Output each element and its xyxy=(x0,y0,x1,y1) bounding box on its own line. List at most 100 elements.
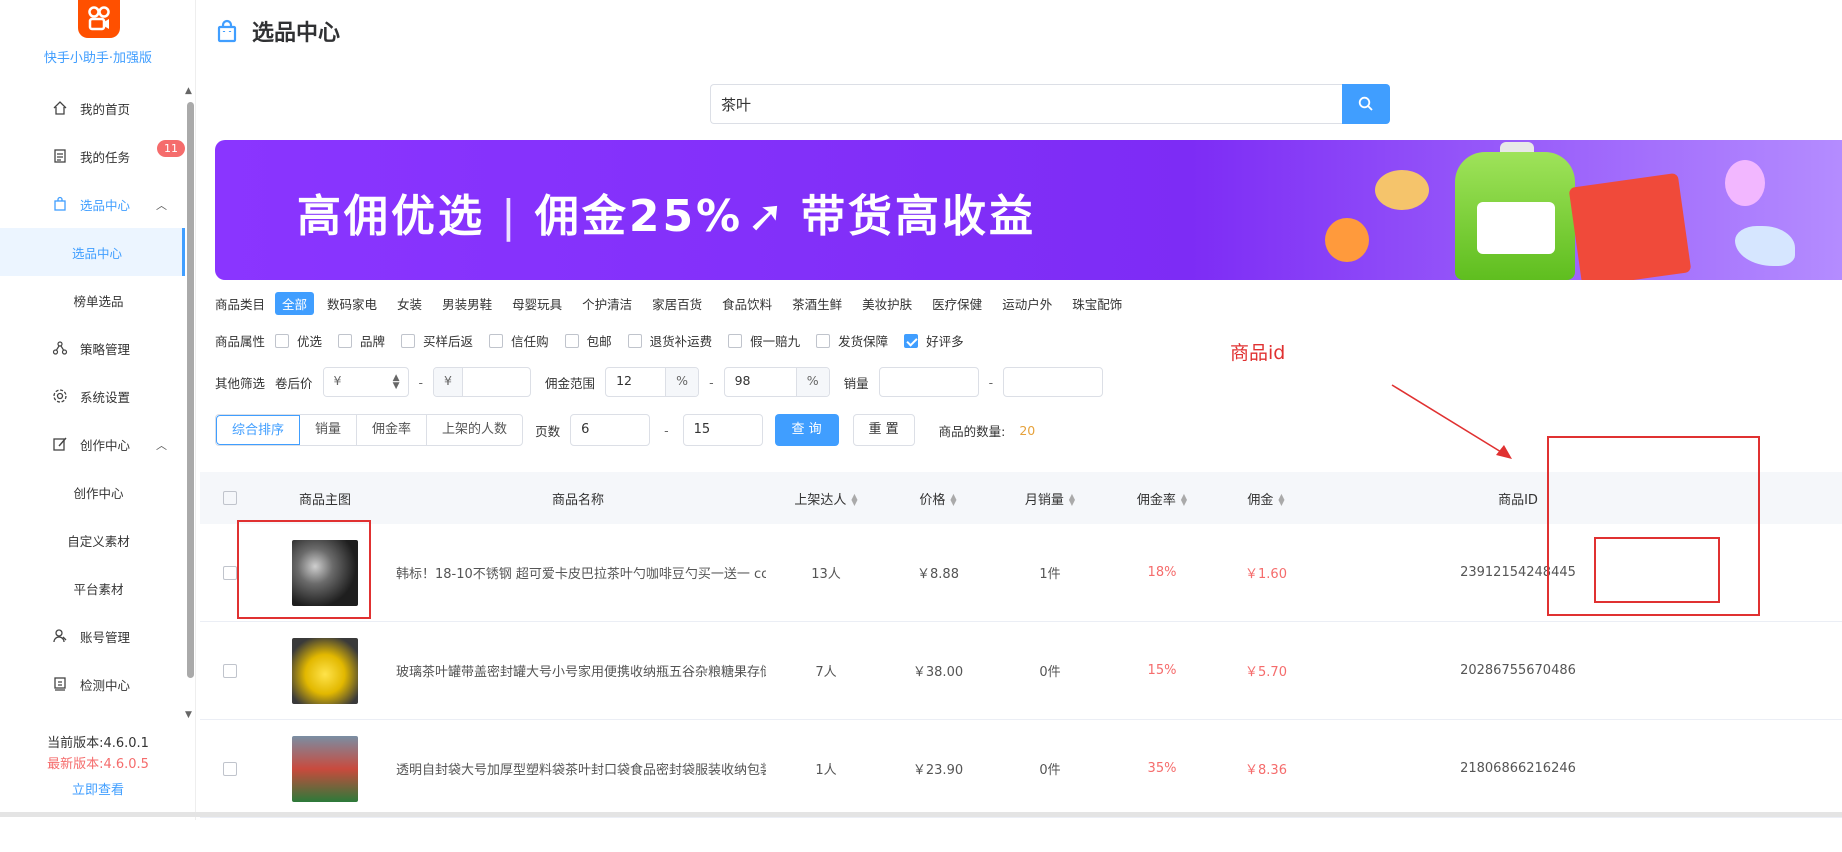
sort-caret-icon[interactable]: ▲ ▼ xyxy=(950,493,956,507)
sidebar-subitem-platform-material[interactable]: 平台素材 xyxy=(0,564,185,612)
attr-free-shipping-checkbox[interactable]: 包邮 xyxy=(564,331,612,350)
sidebar-item-creation-center[interactable]: 创作中心 ︿ xyxy=(0,420,185,468)
sidebar-subitem-creation-center[interactable]: 创作中心 xyxy=(0,468,185,516)
promo-banner[interactable]: 高佣优选 | 佣金25%➚ 带货高收益 xyxy=(215,140,1842,280)
category-label: 商品类目 xyxy=(215,297,266,312)
product-name[interactable]: 玻璃茶叶罐带盖密封罐大号小号家用便携收纳瓶五谷杂粮糖果存储罐 xyxy=(390,661,766,680)
row-checkbox[interactable] xyxy=(200,761,260,776)
number-spinner-icon[interactable]: ▲ ▼ xyxy=(393,374,400,391)
sort-caret-icon[interactable]: ▲ ▼ xyxy=(851,493,857,507)
query-button[interactable]: 查 询 xyxy=(774,414,839,446)
sidebar-subitem-custom-material[interactable]: 自定义素材 xyxy=(0,516,185,564)
sidebar-item-monitor[interactable]: 检测中心 xyxy=(0,660,185,708)
page-from-input[interactable]: 6 xyxy=(570,414,651,446)
sales-min-input[interactable] xyxy=(878,367,979,397)
attr-trust-buy-checkbox[interactable]: 信任购 xyxy=(489,331,549,350)
sales-max-input[interactable] xyxy=(1003,367,1104,397)
commission-amount: ￥8.36 xyxy=(1245,763,1287,778)
sort-sales[interactable]: 销量 xyxy=(300,415,358,445)
category-sports[interactable]: 运动户外 xyxy=(995,292,1059,315)
category-all[interactable]: 全部 xyxy=(275,292,315,315)
percent-suffix: % xyxy=(665,368,699,396)
col-commission-rate[interactable]: 佣金率 ▲ ▼ xyxy=(1110,489,1214,508)
sort-talent-count[interactable]: 上架的人数 xyxy=(427,415,522,445)
sidebar-item-tasks[interactable]: 我的任务 11 xyxy=(0,132,185,180)
monthly-sales: 0件 xyxy=(1039,665,1061,680)
monitor-icon xyxy=(54,677,66,691)
sidebar-subitem-selection-center[interactable]: 选品中心 xyxy=(0,228,185,276)
table-row[interactable]: 透明自封袋大号加厚型塑料袋茶叶封口袋食品密封袋服装收纳包装袋 1人 ￥23.90… xyxy=(200,720,1842,818)
sidebar-item-label: 我的任务 xyxy=(80,149,131,165)
attr-preferred-checkbox[interactable]: 优选 xyxy=(275,331,322,350)
sidebar-subitem-ranking-selection[interactable]: 榜单选品 xyxy=(0,276,185,324)
attr-sample-refund-checkbox[interactable]: 买样后返 xyxy=(401,331,473,350)
attr-good-reviews-checkbox[interactable]: 好评多 xyxy=(904,331,964,350)
coupon-price-max-input[interactable]: ¥ xyxy=(433,367,532,397)
category-baby[interactable]: 母婴玩具 xyxy=(505,292,569,315)
select-all-checkbox[interactable] xyxy=(200,491,260,505)
sidebar-item-selection-center[interactable]: 选品中心 ︿ xyxy=(0,180,185,228)
search-button[interactable] xyxy=(1342,84,1390,124)
col-monthly-sales[interactable]: 月销量 ▲ ▼ xyxy=(990,489,1110,508)
product-price: ￥38.00 xyxy=(912,665,964,680)
check-update-link[interactable]: 立即查看 xyxy=(0,780,196,801)
account-icon xyxy=(53,629,67,643)
commission-max-value: 98 xyxy=(734,373,751,388)
col-price[interactable]: 价格 ▲ ▼ xyxy=(886,489,990,508)
row-checkbox[interactable] xyxy=(200,663,260,678)
page-to-input[interactable]: 15 xyxy=(682,414,763,446)
commission-min-input[interactable]: 12 % xyxy=(605,367,700,397)
attr-delivery-guarantee-checkbox[interactable]: 发货保障 xyxy=(816,331,888,350)
sort-comprehensive[interactable]: 综合排序 xyxy=(216,415,301,445)
sidebar-item-home[interactable]: 我的首页 xyxy=(0,84,185,132)
sidebar-item-settings[interactable]: 系统设置 xyxy=(0,372,185,420)
attr-fake-compensation-checkbox[interactable]: 假一赔九 xyxy=(728,331,800,350)
sort-commission-rate[interactable]: 佣金率 xyxy=(357,415,428,445)
category-food[interactable]: 食品饮料 xyxy=(715,292,779,315)
category-women[interactable]: 女装 xyxy=(390,292,429,315)
category-men[interactable]: 男装男鞋 xyxy=(435,292,499,315)
attr-brand-checkbox[interactable]: 品牌 xyxy=(338,331,385,350)
category-care[interactable]: 个护清洁 xyxy=(575,292,639,315)
product-count-label: 商品的数量: xyxy=(938,423,1006,439)
product-name[interactable]: 韩标！18-10不锈钢 超可爱卡皮巴拉茶叶勺咖啡豆勺买一送一 cc xyxy=(390,563,766,582)
attribute-filter: 商品属性 优选 品牌 买样后返 信任购 包邮 退货补运费 假一赔九 发货保障 好… xyxy=(215,331,980,350)
sidebar-item-strategy[interactable]: 策略管理 xyxy=(0,324,185,372)
category-tea-wine[interactable]: 茶酒生鲜 xyxy=(785,292,849,315)
col-commission[interactable]: 佣金 ▲ ▼ xyxy=(1214,489,1318,508)
search-input[interactable] xyxy=(710,84,1342,124)
product-image[interactable] xyxy=(260,637,390,704)
sidebar-item-label: 创作中心 xyxy=(80,437,131,453)
category-beauty[interactable]: 美妆护肤 xyxy=(855,292,919,315)
commission-rate: 18% xyxy=(1147,565,1177,580)
product-image[interactable] xyxy=(260,735,390,802)
current-version: 当前版本:4.6.0.1 xyxy=(47,736,149,751)
sort-caret-icon[interactable]: ▲ ▼ xyxy=(1181,493,1187,507)
table-row[interactable]: 玻璃茶叶罐带盖密封罐大号小号家用便携收纳瓶五谷杂粮糖果存储罐 7人 ￥38.00… xyxy=(200,622,1842,720)
category-home[interactable]: 家居百货 xyxy=(645,292,709,315)
product-name[interactable]: 透明自封袋大号加厚型塑料袋茶叶封口袋食品密封袋服装收纳包装袋 xyxy=(390,759,766,778)
scroll-down-arrow[interactable]: ▼ xyxy=(185,710,192,720)
category-digital[interactable]: 数码家电 xyxy=(320,292,384,315)
page-header: 选品中心 xyxy=(216,15,340,47)
sort-caret-icon[interactable]: ▲ ▼ xyxy=(1069,493,1075,507)
coupon-price-min-input[interactable]: ¥ ▲ ▼ xyxy=(322,367,409,397)
product-id: 20286755670486 xyxy=(1460,663,1576,678)
col-label: 价格 xyxy=(919,492,946,508)
scroll-up-arrow[interactable]: ▲ xyxy=(185,86,192,96)
sort-caret-icon[interactable]: ▲ ▼ xyxy=(1278,493,1284,507)
sidebar-scrollbar[interactable] xyxy=(187,102,194,678)
commission-max-input[interactable]: 98 % xyxy=(723,367,830,397)
col-talent[interactable]: 上架达人 ▲ ▼ xyxy=(766,489,886,508)
product-count-value: 20 xyxy=(1019,422,1036,438)
flower-graphic xyxy=(1325,218,1369,262)
col-main-image: 商品主图 xyxy=(298,492,351,508)
sidebar-item-accounts[interactable]: 账号管理 xyxy=(0,612,185,660)
category-jewelry[interactable]: 珠宝配饰 xyxy=(1065,292,1129,315)
checkbox-box xyxy=(223,761,237,776)
category-medical[interactable]: 医疗保健 xyxy=(925,292,989,315)
chevron-up-icon: ︿ xyxy=(156,199,167,212)
attr-return-shipping-checkbox[interactable]: 退货补运费 xyxy=(627,331,712,350)
annotation-arrow-icon xyxy=(1391,384,1512,459)
reset-button[interactable]: 重 置 xyxy=(852,414,915,446)
